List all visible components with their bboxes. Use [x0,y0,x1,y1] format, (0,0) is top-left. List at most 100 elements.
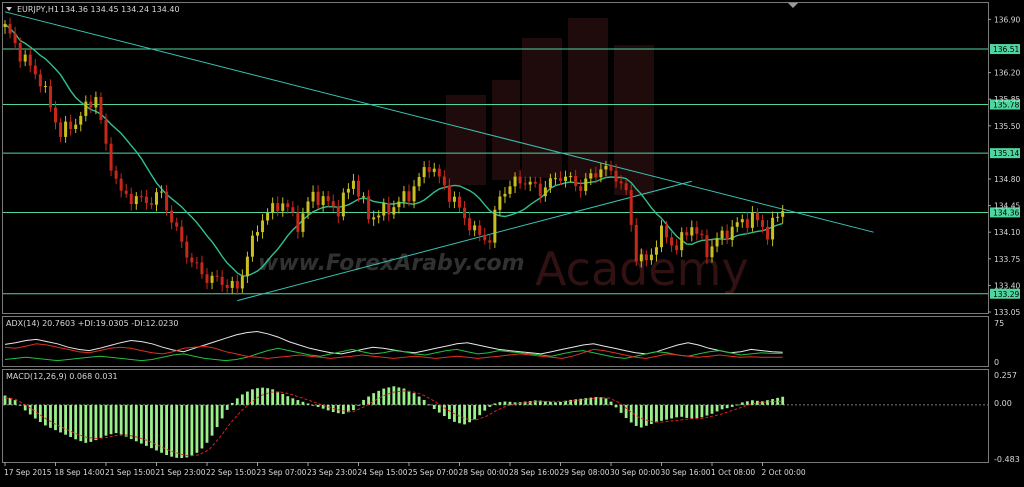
candle-body [38,74,42,87]
macd-bar [301,401,305,405]
time-tick-label: 28 Sep 00:00 [459,468,509,477]
candle-body [245,256,249,277]
macd-bar [432,404,436,410]
candle-body [43,86,47,88]
candle-body [569,176,573,178]
candle-body [437,168,441,177]
candle-body [680,232,684,251]
macd-bar [554,402,557,405]
candle-body [215,275,219,277]
candle-body [766,226,770,240]
candle-body [624,183,628,191]
macd-bar [735,404,739,406]
candle-body [690,227,694,236]
time-tick-label: 1 Oct 08:00 [711,468,755,477]
macd-bar [13,400,17,405]
candle-body [306,201,310,214]
macd-bar [700,404,704,418]
candle-body [382,203,386,216]
macd-bar [160,404,163,453]
time-tick-label: 18 Sep 14:00 [55,468,105,477]
candle-body [286,203,290,208]
chart-canvas[interactable]: www.ForexAraby.com Academy 136.51135.781… [0,0,1024,483]
candle-body [559,178,562,181]
candle-body [781,210,785,217]
price-tick-label: 133.40 [994,281,1020,290]
macd-bar [528,401,532,405]
candle-body [498,196,502,210]
macd-bar [705,404,709,416]
candle-body [48,86,52,108]
candle-body [473,225,477,231]
time-tick-label: 21 Sep 15:00 [105,468,155,477]
macd-bar [503,401,507,405]
macd-bar [493,403,497,405]
candle-body [326,196,330,202]
macd-bar [533,400,537,405]
candle-body [634,224,638,262]
macd-panel-title: MACD(12,26,9) 0.068 0.031 [6,372,118,381]
macd-bar [246,391,249,405]
candle-body [99,97,103,121]
macd-tick-bottom: -0.483 [994,455,1020,464]
candle-body [609,165,613,171]
time-tick-label: 17 Sep 2015 [4,468,52,477]
candle-body [513,176,517,187]
candle-body [553,178,557,180]
candle-body [594,173,598,178]
candle-body [654,247,658,255]
candle-body [432,168,436,172]
candle-body [614,170,618,182]
candle-body [84,101,88,116]
candle-body [250,235,254,257]
candle-body [458,196,461,208]
macd-bar [417,396,421,405]
macd-bar [387,387,391,405]
time-tick-label: 23 Sep 07:00 [257,468,307,477]
macd-bar [200,404,204,449]
macd-bar [508,401,512,405]
candle-body [447,185,451,202]
candle-body [503,193,507,197]
macd-bar [397,387,401,405]
watermark-url: www.ForexAraby.com [258,251,525,276]
macd-bar [781,396,785,405]
macd-bar [569,399,572,405]
macd-bar [266,388,269,405]
candle-body [321,196,325,206]
candle-body [392,207,396,215]
candle-body [362,196,366,198]
macd-bar [478,404,482,416]
macd-bar [185,404,189,458]
candle-body [589,173,593,179]
candle-body [104,120,108,144]
candle-body [23,54,27,62]
candle-body [149,203,153,205]
candle-body [715,238,719,247]
chart-terminal: www.ForexAraby.com Academy 136.51 135.78 1… [0,0,1024,483]
candle-body [175,222,179,227]
macd-bar [235,398,239,405]
candle-body [94,97,98,108]
macd-bar [215,404,219,428]
macd-bar [665,404,668,420]
candle-body [367,196,371,220]
candle-body [346,188,350,193]
price-tick-label: 134.80 [994,175,1020,184]
candle-body [357,180,360,197]
candle-body [134,196,138,205]
candle-body [761,220,764,227]
macd-bar [599,397,603,405]
candle-body [397,201,401,208]
candle-body [155,192,158,205]
candle-body [730,226,734,241]
macd-bar [205,404,209,443]
macd-bar [124,404,128,437]
macd-bar [372,393,376,405]
macd-bar [251,389,254,405]
macd-bar [352,404,355,411]
candle-body [675,245,679,251]
macd-bar [362,399,365,405]
macd-bar [392,386,396,405]
macd-bar [240,394,244,405]
